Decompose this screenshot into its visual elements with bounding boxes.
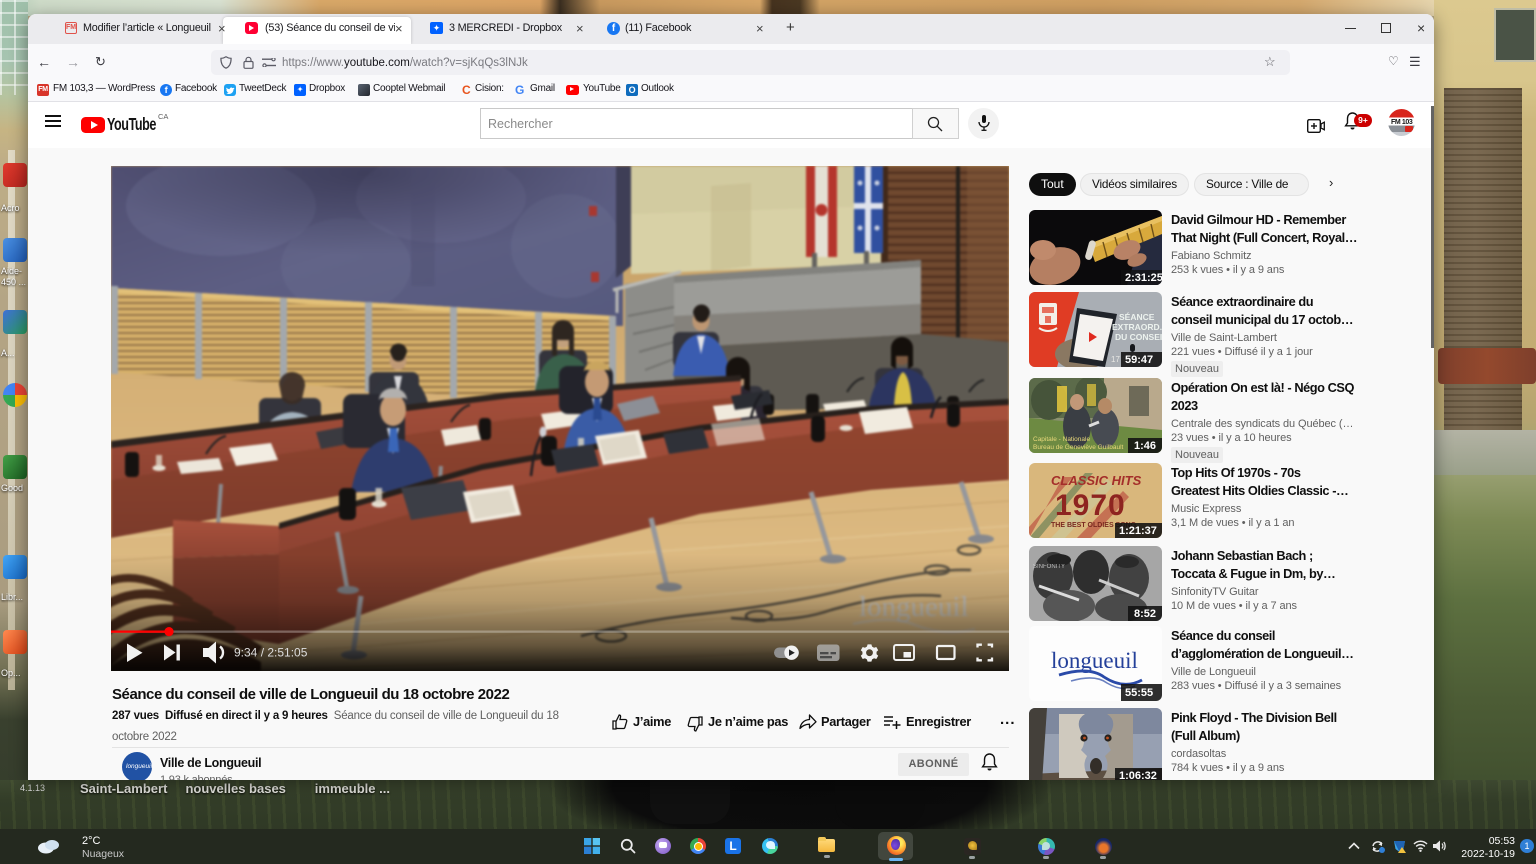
svg-text:1:46: 1:46: [1134, 440, 1156, 452]
svg-text:55:55: 55:55: [1125, 687, 1153, 699]
svg-text:2:31:25: 2:31:25: [1125, 272, 1162, 284]
svg-text:1:06:32: 1:06:32: [1119, 770, 1157, 780]
svg-text:1970: 1970: [1055, 489, 1126, 522]
svg-text:59:47: 59:47: [1125, 354, 1153, 366]
svg-text:CLASSIC HITS: CLASSIC HITS: [1051, 473, 1142, 488]
svg-text:EXTRAORD.: EXTRAORD.: [1112, 322, 1162, 332]
svg-text:SÉANCE: SÉANCE: [1119, 312, 1155, 322]
svg-text:1:21:37: 1:21:37: [1119, 525, 1157, 537]
svg-text:SINFONITY: SINFONITY: [1033, 564, 1065, 570]
svg-text:Bureau de Geneviève Guilbault: Bureau de Geneviève Guilbault: [1033, 444, 1124, 451]
svg-text:longueuil: longueuil: [1051, 648, 1138, 673]
svg-text:8:52: 8:52: [1134, 608, 1156, 620]
svg-text:DU CONSEIL: DU CONSEIL: [1115, 332, 1162, 342]
svg-text:9:34 / 2:51:05: 9:34 / 2:51:05: [234, 646, 308, 660]
svg-text:Capitale - Nationale: Capitale - Nationale: [1033, 436, 1090, 443]
